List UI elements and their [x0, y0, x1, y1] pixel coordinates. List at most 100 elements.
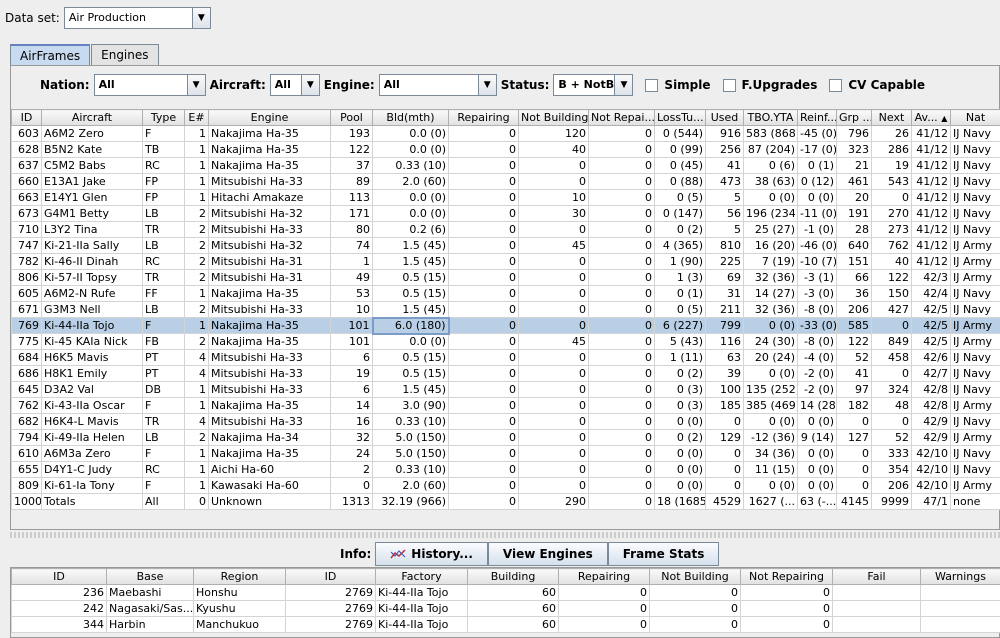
table-cell[interactable]: 660	[11, 173, 42, 190]
table-cell[interactable]: 236	[11, 584, 107, 601]
table-cell[interactable]: 89	[330, 173, 373, 190]
table-cell[interactable]: 6	[330, 349, 373, 366]
table-cell[interactable]: 242	[11, 600, 107, 617]
table-cell[interactable]: IJ Navy	[950, 205, 1000, 222]
table-cell[interactable]: 0 (0)	[654, 445, 706, 462]
table-cell[interactable]: Nakajima Ha-35	[208, 397, 331, 414]
table-cell[interactable]: Mitsubishi Ha-33	[208, 173, 331, 190]
table-cell[interactable]: IJ Navy	[950, 189, 1000, 206]
column-header[interactable]: Warnings	[920, 568, 1000, 585]
table-cell[interactable]: 0	[588, 285, 655, 302]
table-cell[interactable]: 270	[871, 205, 912, 222]
table-cell[interactable]: Ki-44-IIa Tojo	[41, 317, 143, 334]
table-cell[interactable]: 0	[588, 253, 655, 270]
table-cell[interactable]: 0	[448, 413, 519, 430]
table-cell[interactable]: 0	[448, 141, 519, 158]
table-cell[interactable]: 1	[184, 157, 209, 174]
table-cell[interactable]: -17 (0)	[797, 141, 837, 158]
table-cell[interactable]: A6M3a Zero	[41, 445, 143, 462]
table-row[interactable]: 663 E14Y1 Glen FP 1 Hitachi Amakaze 113 0.0 (0…	[11, 189, 1000, 206]
column-header[interactable]: Not Repairing	[740, 568, 833, 585]
table-cell[interactable]: 344	[11, 616, 107, 633]
table-cell[interactable]: 458	[871, 349, 912, 366]
table-cell[interactable]: 0	[740, 616, 833, 633]
table-cell[interactable]: 769	[11, 317, 42, 334]
table-cell[interactable]: IJ Navy	[950, 349, 1000, 366]
table-cell[interactable]: 0	[448, 157, 519, 174]
column-header[interactable]: Av... ▲	[911, 109, 951, 126]
table-cell[interactable]: Mitsubishi Ha-32	[208, 205, 331, 222]
table-cell[interactable]: 129	[705, 429, 744, 446]
table-cell[interactable]: FP	[142, 189, 185, 206]
table-cell[interactable]: 1	[184, 317, 209, 334]
table-cell[interactable]: -11 (0)	[797, 205, 837, 222]
table-cell[interactable]: Nagasaki/Sas...	[106, 600, 194, 617]
table-cell[interactable]: 1	[184, 173, 209, 190]
table-cell[interactable]: 5	[705, 221, 744, 238]
table-cell[interactable]: 0 (0)	[797, 189, 837, 206]
table-cell[interactable]: 0	[836, 477, 872, 494]
table-cell[interactable]: 0.33 (10)	[372, 461, 449, 478]
table-cell[interactable]: 0.5 (15)	[372, 349, 449, 366]
table-cell[interactable]: 6	[330, 381, 373, 398]
column-header[interactable]: Repairing	[448, 109, 519, 126]
table-cell[interactable]: 0	[588, 301, 655, 318]
column-header[interactable]: LossTu...	[654, 109, 706, 126]
table-cell[interactable]: 324	[871, 381, 912, 398]
table-cell[interactable]: 6 (227)	[654, 317, 706, 334]
table-cell[interactable]: 28	[836, 221, 872, 238]
chevron-down-icon[interactable]: ▼	[186, 75, 205, 95]
table-cell[interactable]: 0	[588, 477, 655, 494]
table-cell[interactable]: 0	[588, 397, 655, 414]
table-cell[interactable]: 603	[11, 125, 42, 142]
table-cell[interactable]: 782	[11, 253, 42, 270]
table-cell[interactable]: 2769	[285, 616, 376, 633]
table-row[interactable]: 628 B5N2 Kate TB 1 Nakajima Ha-35 122 0.0 (0) 0…	[11, 141, 1000, 158]
column-header[interactable]: Engine	[208, 109, 331, 126]
table-cell[interactable]: -3 (1)	[797, 269, 837, 286]
table-cell[interactable]: B5N2 Kate	[41, 141, 143, 158]
table-cell[interactable]: 684	[11, 349, 42, 366]
table-cell[interactable]: 18 (1685)	[654, 493, 706, 510]
table-cell[interactable]: 0	[518, 269, 589, 286]
table-cell[interactable]: 1	[184, 381, 209, 398]
column-header[interactable]: Not Building	[649, 568, 741, 585]
column-header[interactable]: Not Building	[518, 109, 589, 126]
table-cell[interactable]: 10	[330, 301, 373, 318]
table-cell[interactable]: Hitachi Amakaze	[208, 189, 331, 206]
table-cell[interactable]: 794	[11, 429, 42, 446]
table-cell[interactable]: 45	[518, 237, 589, 254]
table-cell[interactable]: 14	[330, 397, 373, 414]
table-cell[interactable]: 0	[588, 461, 655, 478]
column-header[interactable]: Factory	[375, 568, 468, 585]
table-cell[interactable]: Ki-43-IIa Oscar	[41, 397, 143, 414]
table-cell[interactable]: 0	[871, 365, 912, 382]
table-row[interactable]: 794 Ki-49-IIa Helen LB 2 Nakajima Ha-34 32 5.0…	[11, 429, 1000, 446]
table-cell[interactable]: IJ Navy	[950, 413, 1000, 430]
table-cell[interactable]: 42/10	[911, 461, 951, 478]
table-cell[interactable]: 2.0 (60)	[372, 477, 449, 494]
table-cell[interactable]: 585	[836, 317, 872, 334]
table-cell[interactable]: 127	[836, 429, 872, 446]
column-header[interactable]: Grp ...	[836, 109, 872, 126]
table-cell[interactable]: 0	[705, 461, 744, 478]
table-cell[interactable]: 0.0 (0)	[372, 333, 449, 350]
table-cell[interactable]: LB	[142, 237, 185, 254]
table-cell[interactable]: 2	[184, 301, 209, 318]
table-cell[interactable]: 6.0 (180)	[371, 316, 450, 335]
table-cell[interactable]: 5	[705, 189, 744, 206]
table-cell[interactable]: 682	[11, 413, 42, 430]
table-cell[interactable]: E13A1 Jake	[41, 173, 143, 190]
table-cell[interactable]: 1627 (...	[743, 493, 798, 510]
table-cell[interactable]: A6M2 Zero	[41, 125, 143, 142]
table-cell[interactable]: 39	[705, 365, 744, 382]
table-cell[interactable]: 41/12	[911, 157, 951, 174]
table-cell[interactable]: Ki-44-IIa Tojo	[375, 616, 468, 633]
table-cell[interactable]: 0.33 (10)	[372, 413, 449, 430]
table-cell[interactable]: 0	[588, 429, 655, 446]
table-cell[interactable]: 4529	[705, 493, 744, 510]
table-cell[interactable]: 41/12	[911, 141, 951, 158]
table-cell[interactable]: 0	[330, 477, 373, 494]
column-header[interactable]: Bld(mth)	[372, 109, 449, 126]
table-cell[interactable]: IJ Navy	[950, 445, 1000, 462]
